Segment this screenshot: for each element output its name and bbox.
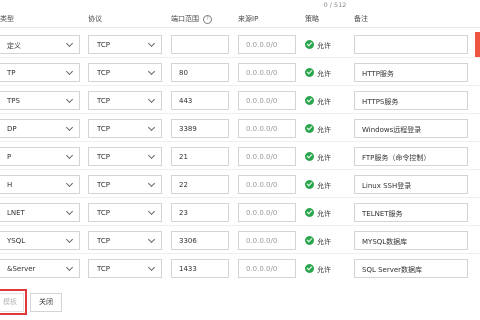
check-circle-icon	[305, 152, 314, 161]
type-select[interactable]: DP	[0, 119, 80, 138]
header-remark: 备注	[354, 15, 368, 23]
header-policy: 策略	[305, 15, 319, 23]
help-icon[interactable]: ?	[203, 14, 212, 24]
chevron-down-icon	[65, 95, 74, 104]
chevron-down-icon	[147, 207, 156, 216]
dialog-footer: 模板 关闭	[0, 288, 480, 320]
chevron-down-icon	[147, 123, 156, 132]
header-port-label: 端口范围	[171, 15, 199, 23]
remark-input[interactable]: Windows远程登录	[354, 119, 468, 138]
source-ip-input[interactable]: 0.0.0.0/0	[238, 35, 296, 54]
protocol-select[interactable]: TCP	[88, 259, 162, 278]
chevron-down-icon	[147, 67, 156, 76]
chevron-down-icon	[147, 179, 156, 188]
source-ip-input[interactable]: 0.0.0.0/0	[238, 147, 296, 166]
port-input[interactable]: 1433	[171, 259, 229, 278]
check-circle-icon	[305, 264, 314, 273]
table-row: &Server TCP 1433 0.0.0.0/0 允许 SQL Server…	[0, 254, 480, 282]
check-circle-icon	[305, 68, 314, 77]
header-type: 类型	[0, 15, 14, 23]
type-select[interactable]: TPS	[0, 91, 80, 110]
type-select[interactable]: LNET	[0, 203, 80, 222]
check-circle-icon	[305, 236, 314, 245]
port-input[interactable]: 21	[171, 147, 229, 166]
type-select[interactable]: TP	[0, 63, 80, 82]
side-accent	[475, 32, 480, 58]
source-ip-input[interactable]: 0.0.0.0/0	[238, 63, 296, 82]
port-input[interactable]: 23	[171, 203, 229, 222]
source-ip-input[interactable]: 0.0.0.0/0	[238, 231, 296, 250]
protocol-select[interactable]: TCP	[88, 147, 162, 166]
remark-input[interactable]: Linux SSH登录	[354, 175, 468, 194]
remark-input[interactable]	[354, 35, 468, 54]
port-input[interactable]	[171, 35, 229, 54]
remark-input[interactable]: MYSQL数据库	[354, 231, 468, 250]
type-select[interactable]: &Server	[0, 259, 80, 278]
rule-counter: 0 / 512	[323, 1, 347, 9]
remark-input[interactable]: HTTPS服务	[354, 91, 468, 110]
remark-input[interactable]: SQL Server数据库	[354, 259, 468, 278]
protocol-select[interactable]: TCP	[88, 231, 162, 250]
protocol-select[interactable]: TCP	[88, 91, 162, 110]
source-ip-input[interactable]: 0.0.0.0/0	[238, 175, 296, 194]
chevron-down-icon	[65, 123, 74, 132]
header-divider	[0, 27, 480, 28]
type-select[interactable]: 定义	[0, 35, 80, 54]
table-header: 类型 协议 端口范围? 来源IP 策略 备注	[0, 11, 480, 26]
chevron-down-icon	[147, 95, 156, 104]
chevron-down-icon	[65, 235, 74, 244]
port-input[interactable]: 3306	[171, 231, 229, 250]
check-circle-icon	[305, 40, 314, 49]
chevron-down-icon	[147, 151, 156, 160]
port-input[interactable]: 443	[171, 91, 229, 110]
first-footer-button[interactable]: 模板	[0, 293, 24, 312]
header-port: 端口范围?	[171, 14, 212, 24]
table-row: LNET TCP 23 0.0.0.0/0 允许 TELNET服务	[0, 198, 480, 226]
table-row: YSQL TCP 3306 0.0.0.0/0 允许 MYSQL数据库	[0, 226, 480, 254]
check-circle-icon	[305, 180, 314, 189]
source-ip-input[interactable]: 0.0.0.0/0	[238, 91, 296, 110]
close-button[interactable]: 关闭	[30, 293, 62, 312]
table-row: TP TCP 80 0.0.0.0/0 允许 HTTP服务	[0, 58, 480, 86]
port-input[interactable]: 3389	[171, 119, 229, 138]
chevron-down-icon	[147, 235, 156, 244]
remark-input[interactable]: FTP服务（命令控制）	[354, 147, 468, 166]
chevron-down-icon	[65, 207, 74, 216]
remark-input[interactable]: TELNET服务	[354, 203, 468, 222]
header-protocol: 协议	[88, 15, 102, 23]
protocol-select[interactable]: TCP	[88, 63, 162, 82]
table-row: 定义 TCP 0.0.0.0/0 允许	[0, 30, 480, 58]
chevron-down-icon	[65, 151, 74, 160]
type-select[interactable]: H	[0, 175, 80, 194]
table-row: TPS TCP 443 0.0.0.0/0 允许 HTTPS服务	[0, 86, 480, 114]
source-ip-input[interactable]: 0.0.0.0/0	[238, 119, 296, 138]
remark-input[interactable]: HTTP服务	[354, 63, 468, 82]
protocol-select[interactable]: TCP	[88, 203, 162, 222]
check-circle-icon	[305, 124, 314, 133]
chevron-down-icon	[65, 263, 74, 272]
protocol-select[interactable]: TCP	[88, 175, 162, 194]
chevron-down-icon	[147, 39, 156, 48]
source-ip-input[interactable]: 0.0.0.0/0	[238, 259, 296, 278]
chevron-down-icon	[65, 39, 74, 48]
table-row: P TCP 21 0.0.0.0/0 允许 FTP服务（命令控制）	[0, 142, 480, 170]
protocol-select[interactable]: TCP	[88, 35, 162, 54]
source-ip-input[interactable]: 0.0.0.0/0	[238, 203, 296, 222]
type-select[interactable]: P	[0, 147, 80, 166]
chevron-down-icon	[65, 179, 74, 188]
check-circle-icon	[305, 96, 314, 105]
port-input[interactable]: 22	[171, 175, 229, 194]
check-circle-icon	[305, 208, 314, 217]
table-row: H TCP 22 0.0.0.0/0 允许 Linux SSH登录	[0, 170, 480, 198]
port-input[interactable]: 80	[171, 63, 229, 82]
table-row: DP TCP 3389 0.0.0.0/0 允许 Windows远程登录	[0, 114, 480, 142]
header-source: 来源IP	[238, 15, 259, 23]
chevron-down-icon	[147, 263, 156, 272]
chevron-down-icon	[65, 67, 74, 76]
protocol-select[interactable]: TCP	[88, 119, 162, 138]
type-select[interactable]: YSQL	[0, 231, 80, 250]
